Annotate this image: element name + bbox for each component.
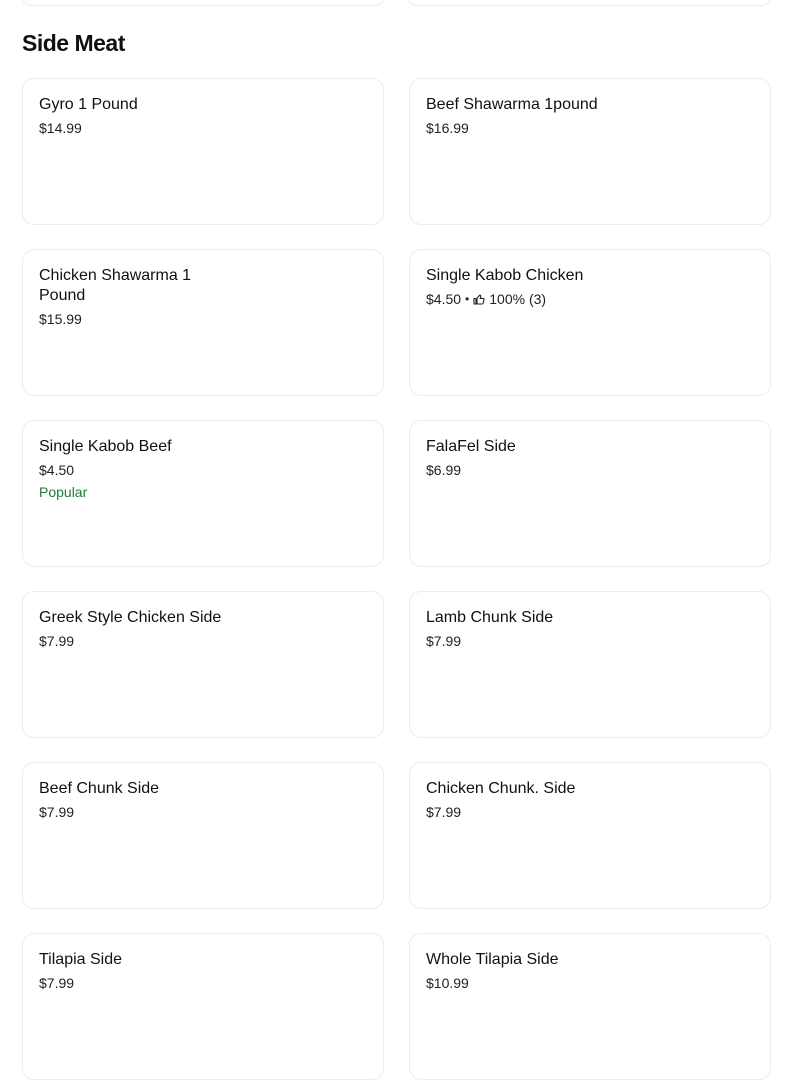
item-meta: $6.99 — [426, 461, 754, 479]
item-price: $15.99 — [39, 311, 82, 327]
item-meta: $7.99 — [426, 803, 754, 821]
item-meta: $15.99 — [39, 310, 367, 328]
item-price: $7.99 — [39, 633, 75, 649]
item-price: $4.50 — [39, 462, 75, 478]
item-price: $10.99 — [426, 975, 469, 991]
meta-separator: • — [465, 292, 470, 306]
item-price: $14.99 — [39, 120, 82, 136]
menu-item-card[interactable]: Beef Chunk Side $7.99 — [22, 762, 384, 909]
item-name: Beef Chunk Side — [39, 780, 160, 797]
item-meta: $14.99 — [39, 119, 367, 137]
item-price: $16.99 — [426, 120, 469, 136]
item-name: Gyro 1 Pound — [39, 96, 138, 113]
item-meta: $7.99 — [426, 632, 754, 650]
item-name: Whole Tilapia Side — [426, 951, 559, 968]
menu-item-card[interactable]: Whole Tilapia Side $10.99 — [409, 933, 771, 1080]
menu-item-card[interactable]: Greek Style Chicken Side $7.99 — [22, 591, 384, 738]
item-meta: $10.99 — [426, 974, 754, 992]
item-rating: 100% (3) — [489, 291, 547, 307]
item-meta: $4.50 — [39, 461, 367, 479]
menu-page: Side Meat Gyro 1 Pound $14.99 Beef Shawa… — [0, 0, 804, 1086]
item-meta: $7.99 — [39, 803, 367, 821]
item-price: $7.99 — [39, 975, 75, 991]
menu-item-card[interactable]: Chicken Chunk. Side $7.99 — [409, 762, 771, 909]
item-price: $7.99 — [39, 804, 75, 820]
previous-card-left[interactable] — [22, 0, 384, 6]
item-name: Chicken Chunk. Side — [426, 780, 576, 797]
previous-card-right[interactable] — [408, 0, 771, 6]
thumbs-up-icon — [473, 293, 485, 305]
item-meta: $16.99 — [426, 119, 754, 137]
item-name: Beef Shawarma 1pound — [426, 96, 598, 113]
item-name: Single Kabob Beef — [39, 438, 172, 455]
popular-badge: Popular — [39, 484, 88, 500]
previous-section-cards — [22, 0, 771, 6]
item-price: $7.99 — [426, 633, 462, 649]
item-price: $7.99 — [426, 804, 462, 820]
menu-item-card[interactable]: FalaFel Side $6.99 — [409, 420, 771, 567]
menu-item-card[interactable]: Lamb Chunk Side $7.99 — [409, 591, 771, 738]
menu-item-card[interactable]: Gyro 1 Pound $14.99 — [22, 78, 384, 225]
menu-item-card[interactable]: Tilapia Side $7.99 — [22, 933, 384, 1080]
item-name: Tilapia Side — [39, 951, 123, 968]
section-title: Side Meat — [22, 30, 125, 56]
menu-item-grid: Gyro 1 Pound $14.99 Beef Shawarma 1pound… — [22, 78, 771, 1080]
item-name: Single Kabob Chicken — [426, 267, 584, 284]
item-name: Lamb Chunk Side — [426, 609, 554, 626]
item-name: FalaFel Side — [426, 438, 516, 455]
item-meta: $4.50 • 100% (3) — [426, 290, 754, 308]
item-meta: $7.99 — [39, 632, 367, 650]
item-name: Chicken Shawarma 1 Pound — [39, 267, 192, 304]
item-price: $6.99 — [426, 462, 462, 478]
menu-item-card[interactable]: Single Kabob Beef $4.50 Popular — [22, 420, 384, 567]
menu-item-card[interactable]: Chicken Shawarma 1 Pound $15.99 — [22, 249, 384, 396]
item-name: Greek Style Chicken Side — [39, 609, 222, 626]
menu-item-card[interactable]: Beef Shawarma 1pound $16.99 — [409, 78, 771, 225]
menu-item-card[interactable]: Single Kabob Chicken $4.50 • 100% (3) — [409, 249, 771, 396]
item-price: $4.50 — [426, 291, 462, 307]
item-meta: $7.99 — [39, 974, 367, 992]
